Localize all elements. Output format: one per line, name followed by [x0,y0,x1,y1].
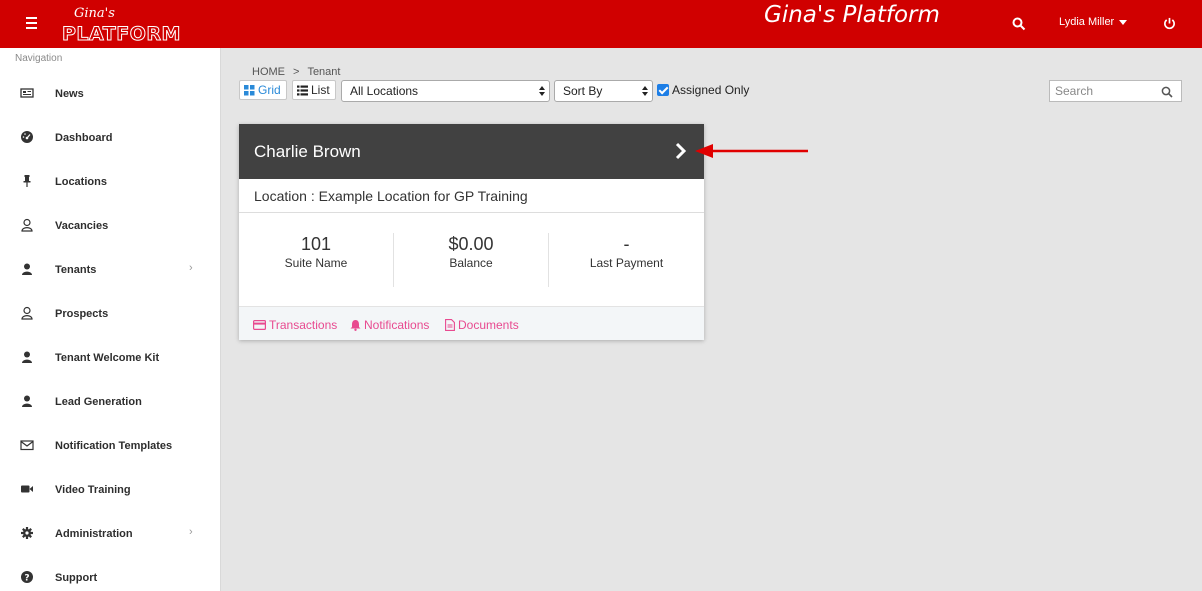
sidebar-item-label: Support [55,572,98,584]
user-menu[interactable]: Lydia Miller [1059,16,1128,28]
sidebar-item-label: Lead Generation [55,396,142,408]
sort-select[interactable]: Sort By [554,80,653,102]
stat-last-payment: - Last Payment [549,233,704,287]
tenant-location: Location : Example Location for GP Train… [239,179,704,213]
hamburger-icon[interactable] [22,14,42,34]
grid-view-button[interactable]: Grid [239,80,287,100]
sidebar-item-label: Vacancies [55,220,109,232]
user-icon [22,351,32,363]
sidebar-item-video-training[interactable]: Video Training [0,467,220,511]
list-icon [297,85,308,95]
documents-link[interactable]: Documents [445,318,519,332]
annotation-arrow-icon [695,144,808,158]
sidebar-item-label: News [55,88,84,100]
tenant-card: Charlie Brown Location : Example Locatio… [239,124,704,340]
sidebar-item-label: Notification Templates [55,440,173,452]
power-icon[interactable] [1163,17,1176,30]
assigned-only-checkbox[interactable] [657,84,669,96]
sidebar-item-label: Dashboard [55,132,113,144]
transactions-link[interactable]: Transactions [253,318,337,332]
gear-icon [21,527,33,539]
breadcrumb-current: Tenant [307,66,341,78]
gauge-icon [21,131,33,143]
newspaper-icon [20,88,34,98]
sidebar-item-vacancies[interactable]: Vacancies [0,203,220,247]
svg-text:?: ? [24,574,29,584]
transactions-label: Transactions [269,318,338,332]
sidebar-item-tenants[interactable]: Tenants › [0,247,220,291]
stat-value: 101 [300,234,332,254]
search-icon[interactable] [1161,86,1173,98]
video-camera-icon [21,485,33,493]
credit-card-icon [253,320,266,330]
sidebar-item-label: Tenants [55,264,97,276]
breadcrumb-home[interactable]: HOME [252,66,285,78]
sidebar-item-notification-templates[interactable]: Notification Templates [0,423,220,467]
chevron-right-icon: › [189,262,193,274]
chevron-right-icon: › [189,526,193,538]
grid-icon [244,84,255,95]
assigned-only-toggle[interactable]: Assigned Only [657,83,749,97]
user-icon [22,263,32,275]
location-select-value: All Locations [350,84,419,98]
breadcrumb: HOME > Tenant [252,66,340,78]
stat-label: Last Payment [589,256,664,270]
platform-title: Gina's Platform [764,2,940,28]
sidebar-item-label: Administration [55,528,133,540]
sidebar-item-prospects[interactable]: Prospects [0,291,220,335]
breadcrumb-separator: > [293,66,300,78]
stat-value: $0.00 [448,234,494,254]
stat-label: Balance [449,256,493,270]
select-arrows-icon [539,86,545,96]
pin-icon [23,175,31,187]
envelope-icon [20,440,34,451]
sidebar-item-lead-generation[interactable]: Lead Generation [0,379,220,423]
caret-down-icon [1119,19,1128,25]
bell-icon [350,320,361,331]
user-name: Lydia Miller [1059,16,1115,28]
sidebar: Navigation News Dashboard Locations Vaca… [0,48,221,591]
tenant-name: Charlie Brown [254,142,361,161]
sidebar-item-administration[interactable]: Administration › [0,511,220,555]
grid-view-label: Grid [258,83,281,97]
top-bar: Gina's PLATFORM Gina's Platform Lydia Mi… [0,0,1202,48]
sidebar-item-locations[interactable]: Locations [0,159,220,203]
stat-label: Suite Name [284,256,348,270]
stat-balance: $0.00 Balance [394,233,549,287]
logo[interactable]: Gina's PLATFORM [60,4,181,46]
sidebar-item-label: Video Training [55,484,131,496]
stat-value: - [623,234,630,254]
user-outline-icon [21,306,33,320]
search-icon[interactable] [1012,17,1026,31]
sidebar-item-dashboard[interactable]: Dashboard [0,115,220,159]
tenant-card-footer: Transactions Notifications Documents [239,306,704,340]
sidebar-item-support[interactable]: ? Support [0,555,220,591]
sidebar-caption: Navigation [15,53,63,64]
list-view-button[interactable]: List [292,80,336,100]
notifications-label: Notifications [364,318,430,332]
search-input[interactable]: Search [1049,80,1182,102]
documents-label: Documents [458,318,519,332]
sidebar-item-news[interactable]: News [0,71,220,115]
sidebar-item-label: Prospects [55,308,109,320]
assigned-only-label: Assigned Only [672,83,750,97]
user-icon [22,395,32,407]
user-outline-icon [21,218,33,232]
logo-main-text: PLATFORM [62,23,181,46]
question-circle-icon: ? [21,571,33,584]
stat-suite: 101 Suite Name [239,233,394,287]
logo-script-text: Gina's [74,6,115,21]
sidebar-item-tenant-welcome-kit[interactable]: Tenant Welcome Kit [0,335,220,379]
tenant-card-header: Charlie Brown [239,124,704,179]
chevron-right-icon[interactable] [672,141,690,161]
sort-select-value: Sort By [563,84,603,98]
search-placeholder: Search [1055,84,1094,98]
sidebar-item-label: Locations [55,176,107,188]
select-arrows-icon [642,86,648,96]
notifications-link[interactable]: Notifications [350,318,429,332]
list-view-label: List [311,83,330,97]
location-select[interactable]: All Locations [341,80,550,102]
document-icon [445,319,455,331]
sidebar-item-label: Tenant Welcome Kit [55,352,160,364]
